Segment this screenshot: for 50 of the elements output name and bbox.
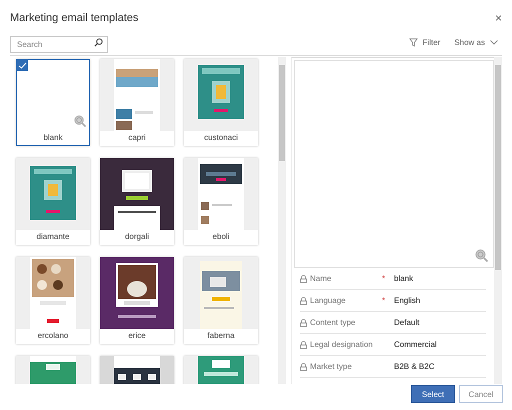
lock-icon <box>300 274 307 282</box>
field-label: Language <box>310 296 346 305</box>
field-value: blank <box>394 274 414 283</box>
template-name: dorgali <box>124 231 150 243</box>
search-icon[interactable] <box>94 38 103 46</box>
field-value: B2B & B2C <box>394 362 434 371</box>
template-card[interactable]: faberna <box>184 257 258 344</box>
template-name: eboli <box>212 231 230 243</box>
template-card[interactable]: dorgali <box>100 158 174 245</box>
lock-icon <box>300 362 307 370</box>
filter-icon[interactable] <box>408 38 418 46</box>
field-label: Name <box>310 274 332 283</box>
search-field[interactable]: Search <box>10 36 108 52</box>
chevron-down-icon[interactable] <box>490 40 498 44</box>
close-button[interactable]: × <box>494 11 502 25</box>
field-value: Default <box>394 318 420 327</box>
template-name: ercolano <box>36 330 70 342</box>
template-card[interactable]: erice <box>100 257 174 344</box>
select-button[interactable]: Select <box>411 385 455 403</box>
template-name: faberna <box>206 330 236 342</box>
field-label: Legal designation <box>310 340 373 349</box>
cancel-button[interactable]: Cancel <box>459 385 503 403</box>
lock-icon <box>300 296 307 304</box>
filter-button[interactable]: Filter <box>408 38 440 46</box>
template-name: blank <box>42 132 64 144</box>
show-as-dropdown[interactable]: Show as <box>454 38 498 46</box>
template-card[interactable]: blank <box>16 59 90 146</box>
template-card[interactable]: diamante <box>16 158 90 245</box>
scrollbar[interactable] <box>278 57 286 384</box>
lock-icon <box>300 318 307 326</box>
template-name: diamante <box>36 231 70 243</box>
template-card[interactable]: capri <box>100 59 174 146</box>
template-name: erice <box>127 330 147 342</box>
template-card[interactable]: ercolano <box>16 257 90 344</box>
scrollbar[interactable] <box>494 57 502 384</box>
checkmark-icon <box>17 60 28 71</box>
template-name: custonaci <box>203 132 239 144</box>
zoom-in-icon[interactable] <box>74 115 86 127</box>
required-mark: * <box>382 274 386 283</box>
field-value: English <box>394 296 420 305</box>
template-name: capri <box>127 132 147 144</box>
field-label: Market type <box>310 362 352 371</box>
lock-icon <box>300 340 307 348</box>
required-mark: * <box>382 296 386 305</box>
zoom-in-icon[interactable] <box>475 249 488 262</box>
window-title: Marketing email templates <box>10 12 138 24</box>
field-label: Content type <box>310 318 356 327</box>
template-card[interactable]: eboli <box>184 158 258 245</box>
field-value: Commercial <box>394 340 437 349</box>
template-card[interactable]: custonaci <box>184 59 258 146</box>
